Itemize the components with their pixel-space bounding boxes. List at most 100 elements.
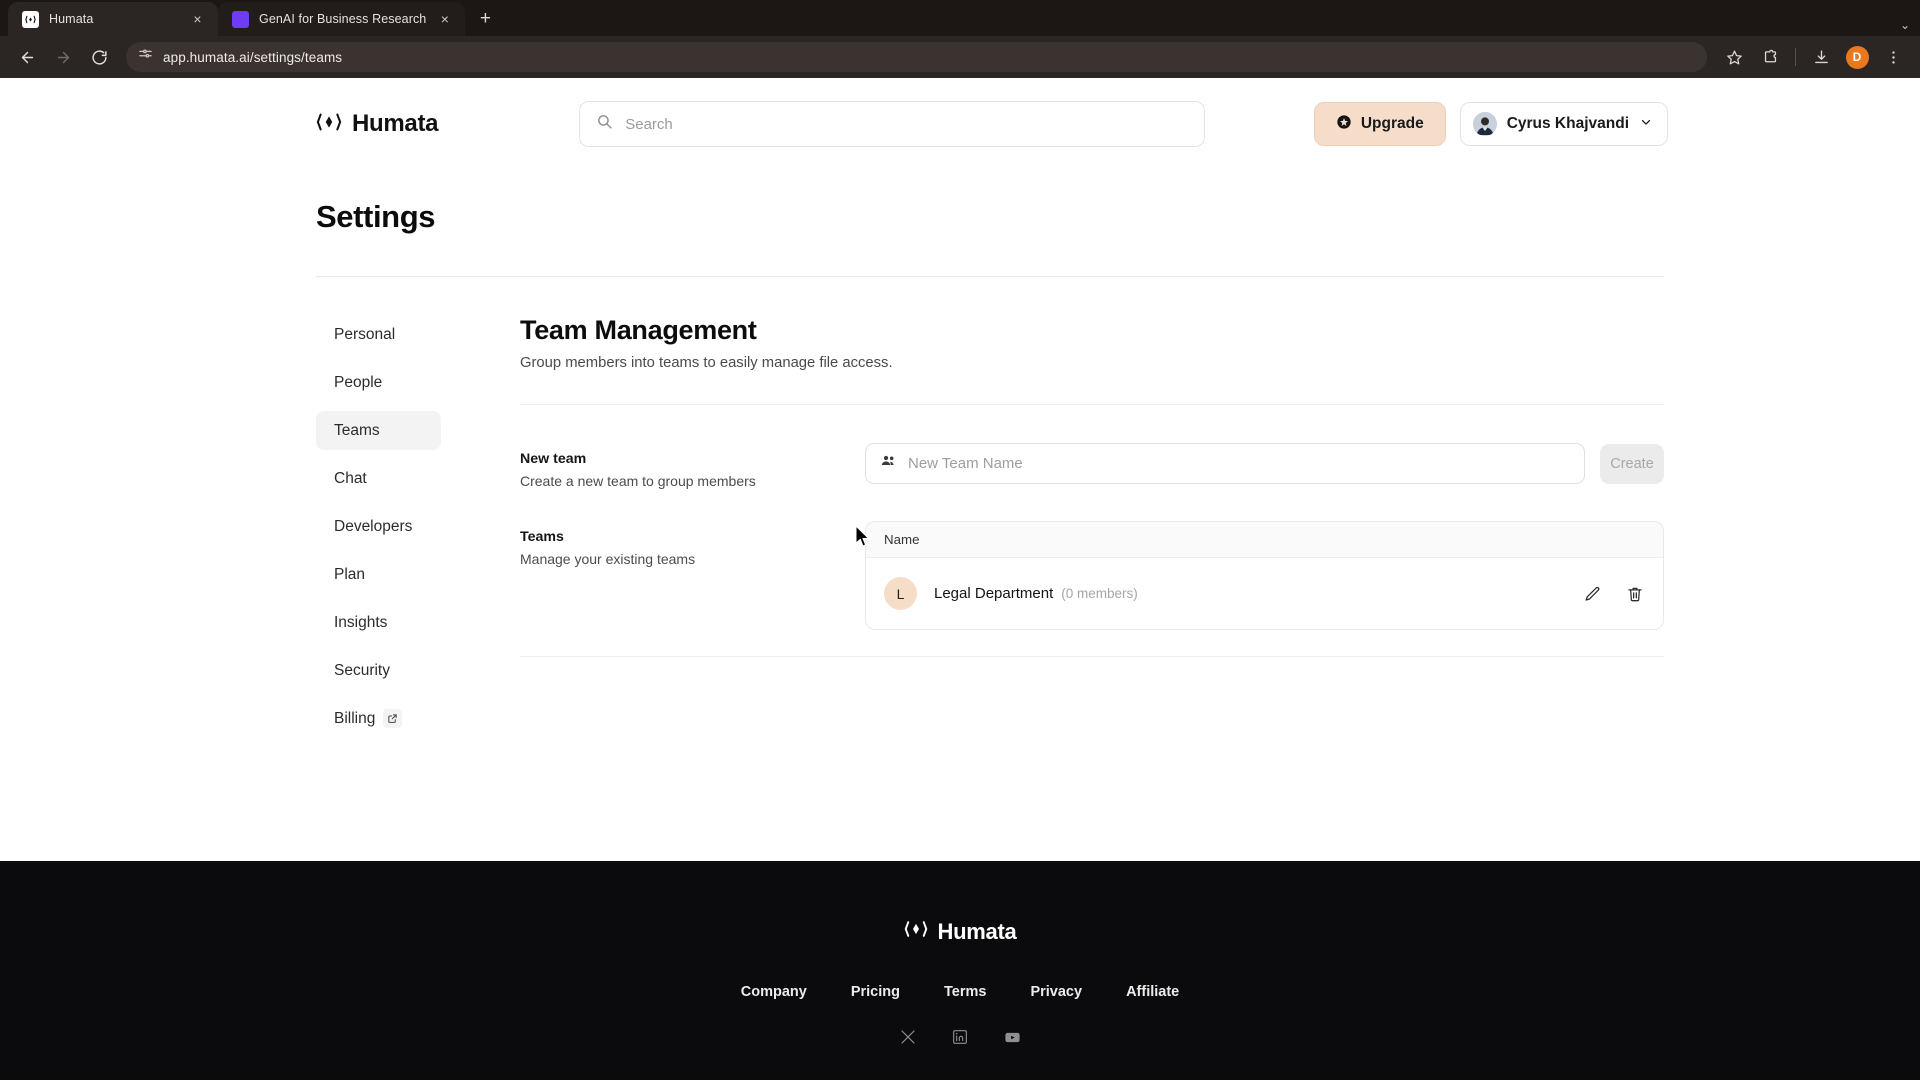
edit-icon[interactable]: [1583, 584, 1603, 604]
profile-initial: D: [1845, 45, 1869, 69]
sidebar-item-insights[interactable]: Insights: [316, 603, 441, 642]
upgrade-button[interactable]: Upgrade: [1313, 102, 1446, 146]
new-tab-button[interactable]: +: [471, 5, 499, 33]
settings-sidebar: Personal People Teams Chat Developers Pl…: [316, 315, 441, 747]
footer-logo-text: Humata: [937, 918, 1017, 944]
sidebar-item-label: Developers: [334, 517, 413, 535]
upgrade-star-icon: [1336, 114, 1352, 135]
toolbar-divider: [1795, 48, 1796, 66]
browser-tab-genai[interactable]: GenAI for Business Research ×: [218, 2, 466, 36]
x-icon[interactable]: [899, 1028, 917, 1046]
close-icon[interactable]: ×: [189, 11, 206, 28]
team-member-count: (0 members): [1061, 586, 1138, 601]
sidebar-item-security[interactable]: Security: [316, 651, 441, 690]
sidebar-item-label: Billing: [334, 709, 376, 727]
settings-body: Personal People Teams Chat Developers Pl…: [316, 277, 1664, 747]
section-subtitle: Group members into teams to easily manag…: [520, 355, 893, 371]
new-team-description: Create a new team to group members: [520, 473, 756, 489]
browser-chrome: Humata × GenAI for Business Research × +…: [0, 0, 1920, 78]
downloads-icon[interactable]: [1806, 42, 1836, 72]
teams-label: Teams: [520, 529, 564, 545]
footer-links: Company Pricing Terms Privacy Affiliate: [741, 984, 1179, 1000]
user-menu-button[interactable]: Cyrus Khajvandi: [1459, 102, 1668, 146]
team-avatar: L: [884, 577, 917, 610]
footer-logo[interactable]: Humata: [904, 918, 1017, 945]
page-body: Humata Search Upgrade Cyrus Khajvandi Se…: [0, 78, 1920, 1080]
tab-title: GenAI for Business Research: [259, 12, 427, 26]
profile-avatar[interactable]: D: [1842, 42, 1872, 72]
tabstrip-right: ⌄: [1900, 18, 1920, 36]
close-icon[interactable]: ×: [436, 11, 453, 28]
back-button[interactable]: [12, 42, 42, 72]
site-footer: Humata Company Pricing Terms Privacy Aff…: [0, 861, 1920, 1080]
site-settings-icon[interactable]: [138, 47, 153, 67]
chevron-down-icon[interactable]: ⌄: [1900, 18, 1910, 32]
sidebar-item-label: Plan: [334, 565, 366, 583]
bookmark-star-icon[interactable]: [1719, 42, 1749, 72]
upgrade-label: Upgrade: [1360, 115, 1424, 132]
avatar: [1472, 112, 1497, 136]
footer-link-affiliate[interactable]: Affiliate: [1126, 984, 1179, 1000]
footer-link-terms[interactable]: Terms: [944, 984, 986, 1000]
settings-content: Settings Personal People Teams Chat Deve…: [0, 199, 1920, 747]
tab-strip: Humata × GenAI for Business Research × +…: [0, 0, 1920, 36]
teams-table: Name L Legal Department (0 members): [865, 521, 1664, 630]
logo-text: Humata: [352, 110, 439, 137]
search-input[interactable]: Search: [579, 101, 1206, 147]
sidebar-item-teams[interactable]: Teams: [316, 411, 441, 450]
new-team-name-placeholder: New Team Name: [908, 455, 1023, 472]
sidebar-item-developers[interactable]: Developers: [316, 507, 441, 546]
user-name: Cyrus Khajvandi: [1506, 115, 1629, 132]
team-name: Legal Department: [934, 585, 1054, 602]
bottom-divider: [520, 656, 1664, 657]
new-team-controls: New Team Name Create: [865, 443, 1664, 484]
app-header: Humata Search Upgrade Cyrus Khajvandi: [0, 78, 1920, 170]
sidebar-item-label: Security: [334, 661, 390, 679]
column-header-name: Name: [884, 532, 920, 547]
address-bar[interactable]: app.humata.ai/settings/teams: [126, 42, 1707, 72]
teams-description: Manage your existing teams: [520, 551, 696, 567]
header-actions: Upgrade Cyrus Khajvandi: [1313, 102, 1920, 146]
search-icon: [596, 113, 613, 135]
forward-button[interactable]: [48, 42, 78, 72]
humata-favicon: [22, 10, 39, 28]
linkedin-icon[interactable]: [951, 1028, 969, 1046]
footer-link-company[interactable]: Company: [741, 984, 807, 1000]
table-header: Name: [866, 522, 1663, 558]
humata-mark-icon: [904, 918, 928, 945]
delete-icon[interactable]: [1625, 584, 1645, 604]
new-team-labels: New team Create a new team to group memb…: [520, 443, 865, 489]
sidebar-item-label: Personal: [334, 325, 396, 343]
new-team-label: New team: [520, 451, 587, 467]
sidebar-item-billing[interactable]: Billing: [316, 699, 441, 738]
sidebar-item-plan[interactable]: Plan: [316, 555, 441, 594]
new-team-name-input[interactable]: New Team Name: [865, 443, 1585, 484]
url-text: app.humata.ai/settings/teams: [163, 49, 343, 65]
table-row[interactable]: L Legal Department (0 members): [866, 558, 1663, 629]
reload-button[interactable]: [84, 42, 114, 72]
section-title: Team Management: [520, 315, 757, 345]
browser-tab-humata[interactable]: Humata ×: [8, 2, 218, 36]
genai-favicon: [232, 10, 249, 28]
humata-logo[interactable]: Humata: [316, 110, 439, 139]
new-team-row: New team Create a new team to group memb…: [520, 443, 1664, 489]
sidebar-item-label: Chat: [334, 469, 367, 487]
teams-row: Teams Manage your existing teams Name L …: [520, 521, 1664, 630]
row-actions: [1583, 584, 1645, 604]
browser-menu-icon[interactable]: [1878, 42, 1908, 72]
sidebar-item-chat[interactable]: Chat: [316, 459, 441, 498]
footer-link-privacy[interactable]: Privacy: [1030, 984, 1082, 1000]
sidebar-item-personal[interactable]: Personal: [316, 315, 441, 354]
sidebar-item-label: Insights: [334, 613, 388, 631]
browser-toolbar: app.humata.ai/settings/teams D: [0, 36, 1920, 78]
extensions-icon[interactable]: [1755, 42, 1785, 72]
teams-labels: Teams Manage your existing teams: [520, 521, 865, 567]
youtube-icon[interactable]: [1003, 1028, 1021, 1046]
people-icon: [880, 453, 897, 475]
footer-socials: [899, 1028, 1021, 1046]
external-link-icon: [383, 709, 403, 728]
sidebar-item-people[interactable]: People: [316, 363, 441, 402]
create-team-button[interactable]: Create: [1600, 443, 1664, 484]
chevron-down-icon: [1639, 115, 1653, 134]
footer-link-pricing[interactable]: Pricing: [851, 984, 900, 1000]
